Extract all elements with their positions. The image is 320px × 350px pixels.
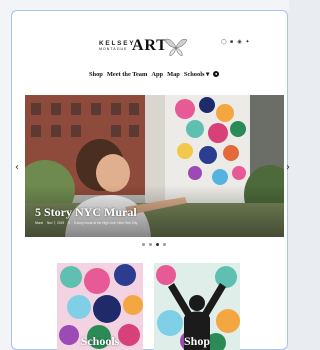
nav-item-meet-the-team[interactable]: Meet the Team <box>107 71 147 78</box>
hero-title[interactable]: 5 Story NYC Mural <box>35 205 137 220</box>
instagram-icon[interactable]: ◯ <box>221 40 227 45</box>
site-logo[interactable]: KELSEY MONTAGUE ART <box>96 34 216 62</box>
nav-item-shop[interactable]: Shop <box>89 71 103 78</box>
logo-first-name: KELSEY <box>99 40 136 47</box>
browser-backdrop-top <box>0 0 289 10</box>
hero-meta-caption: 5 story mural at the High Line, New York… <box>73 221 138 225</box>
main-nav: Shop Meet the Team App Map Schools ▾ ● <box>89 70 220 78</box>
card-shop[interactable]: Shop <box>154 263 240 350</box>
card-schools-label[interactable]: Schools <box>57 334 143 349</box>
browser-backdrop-side <box>0 0 11 350</box>
hero-meta: Mural Nov 7, 2019 0 5 story mural at the… <box>35 221 137 225</box>
facebook-icon[interactable]: ■ <box>229 40 234 45</box>
pinterest-icon[interactable]: ◉ <box>237 40 242 45</box>
card-shop-label[interactable]: Shop <box>154 334 240 349</box>
carousel-dot[interactable] <box>142 243 145 246</box>
carousel-next-arrow-icon[interactable]: › <box>286 162 290 173</box>
hero-meta-comments: 0 <box>68 221 70 225</box>
nav-item-app[interactable]: App <box>151 71 163 78</box>
hero-meta-category[interactable]: Mural <box>35 221 43 225</box>
nav-item-schools[interactable]: Schools ▾ <box>184 70 209 78</box>
logo-wordmark-small: KELSEY MONTAGUE <box>99 40 135 52</box>
carousel-dots <box>142 243 166 246</box>
carousel-dot[interactable] <box>149 243 152 246</box>
social-links: ◯ ■ ◉ ✦ <box>221 40 250 45</box>
butterfly-wings-icon <box>164 38 188 57</box>
logo-wordmark-art: ART <box>132 37 168 54</box>
globe-icon[interactable]: ● <box>213 71 220 77</box>
twitter-icon[interactable]: ✦ <box>245 40 250 45</box>
carousel-dot-active[interactable] <box>156 243 159 246</box>
carousel-prev-arrow-icon[interactable]: ‹ <box>15 162 19 173</box>
carousel-dot[interactable] <box>163 243 166 246</box>
nav-item-map[interactable]: Map <box>167 71 180 78</box>
card-schools[interactable]: Schools <box>57 263 143 350</box>
logo-last-name: MONTAGUE <box>99 47 128 51</box>
hero-meta-date: Nov 7, 2019 <box>46 221 65 225</box>
